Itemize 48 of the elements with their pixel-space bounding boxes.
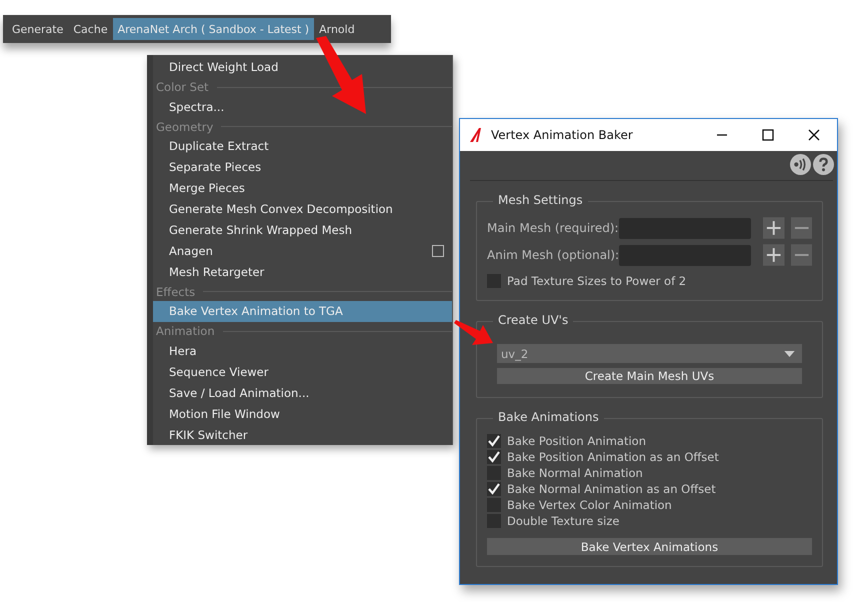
menu-item[interactable]: Hera [153, 340, 452, 362]
input-field[interactable] [619, 244, 751, 266]
audio-waves-icon[interactable] [790, 154, 811, 175]
group-title: Bake Animations [493, 410, 604, 424]
group-title: Create UV's [493, 313, 574, 327]
menu-item[interactable]: Duplicate Extract [153, 136, 452, 157]
bake-button[interactable]: Bake Vertex Animations [487, 538, 812, 555]
menu-item[interactable]: Generate Mesh Convex Decomposition [153, 198, 452, 220]
menu-section-label: Effects [156, 284, 196, 299]
window-title: Vertex Animation Baker [491, 128, 633, 142]
field-label: Main Mesh (required): [487, 221, 615, 235]
minus-icon[interactable] [790, 244, 812, 266]
menu-item[interactable]: Generate Shrink Wrapped Mesh [153, 220, 452, 241]
checkbox[interactable] [487, 434, 501, 448]
checkbox-label: Bake Normal Animation [507, 466, 643, 480]
checkbox-label: Bake Position Animation as an Offset [507, 450, 719, 464]
menu-item[interactable]: Save / Load Animation... [153, 382, 452, 404]
checkbox[interactable] [487, 482, 501, 496]
caret-icon [784, 350, 795, 356]
help-icon[interactable] [813, 154, 834, 175]
menu-section-label: Color Set [156, 80, 209, 94]
menu-item[interactable]: Anagen [153, 240, 452, 262]
menu-item[interactable]: Direct Weight Load [153, 57, 452, 78]
checkbox-label: Pad Texture Sizes to Power of 2 [507, 274, 686, 288]
menu-item[interactable]: Sequence Viewer [153, 361, 452, 382]
menu-bar-item[interactable]: Arnold [314, 18, 360, 40]
input-field[interactable] [619, 218, 751, 238]
checkbox-label: Bake Vertex Color Animation [507, 498, 672, 512]
menu-bar-item[interactable]: Cache [68, 18, 113, 40]
checkbox-label: Bake Normal Animation as an Offset [507, 482, 716, 496]
plus-icon[interactable] [763, 217, 784, 239]
minus-icon[interactable] [790, 217, 812, 239]
menu-item[interactable]: Mesh Retargeter [153, 262, 452, 282]
menu-item[interactable]: Motion File Window [153, 403, 452, 424]
menu-item[interactable]: Spectra... [153, 96, 452, 118]
checkbox-label: Double Texture size [507, 514, 620, 528]
checkbox[interactable] [487, 450, 501, 464]
menu-item[interactable]: Separate Pieces [153, 156, 452, 178]
create-uvs-button[interactable]: Create Main Mesh UVs [497, 368, 802, 384]
plus-icon[interactable] [763, 244, 784, 266]
menu-bar-item[interactable]: Generate [7, 18, 68, 40]
menu-section-label: Geometry [156, 120, 214, 134]
menu-section-label: Animation [156, 324, 215, 338]
group-title: Mesh Settings [493, 193, 588, 207]
menu-item[interactable]: Merge Pieces [153, 178, 452, 199]
menu-item[interactable]: FKIK Switcher [153, 424, 452, 446]
checkbox-label: Bake Position Animation [507, 434, 646, 448]
option-box-icon[interactable] [432, 245, 444, 258]
